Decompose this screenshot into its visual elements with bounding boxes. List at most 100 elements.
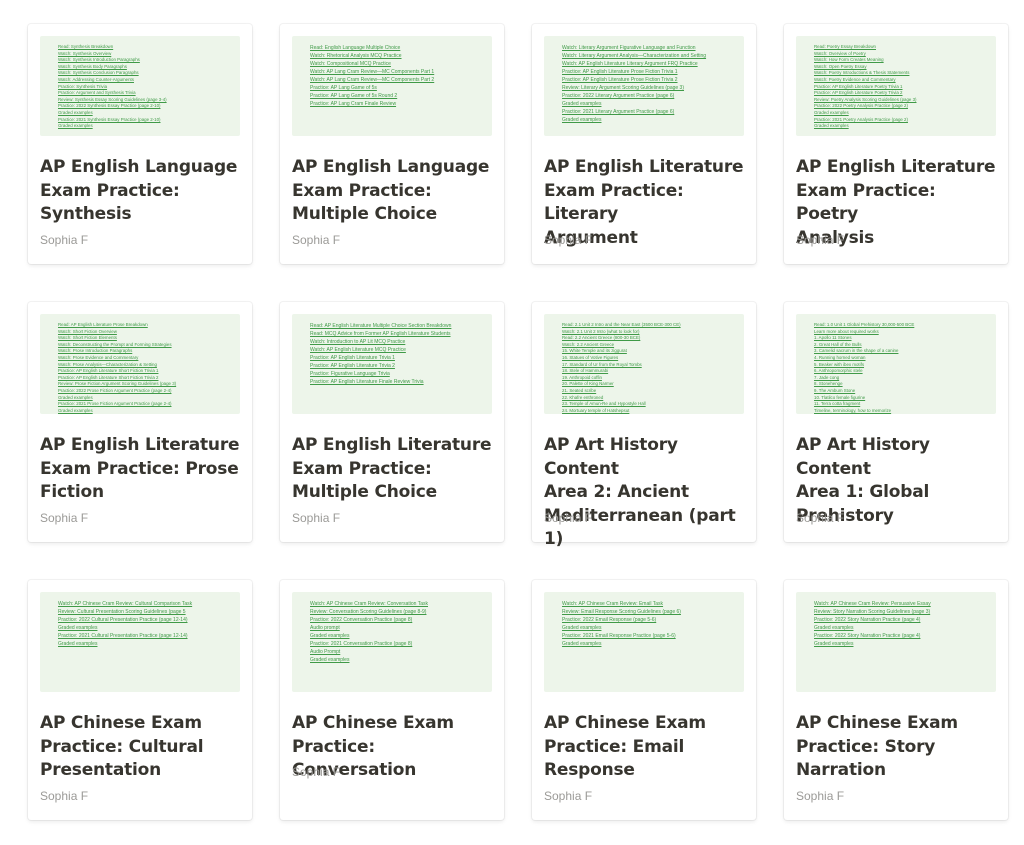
preview-link-line: Review: Literary Argument Scoring Guidel… [562,84,736,92]
preview-link-line: Practice: 2022 Story Narration Practice … [814,632,988,640]
preview-link-line: Watch: Prose Analysis—Characterization &… [58,362,232,369]
preview-link-line: Review: Email Response Scoring Guideline… [562,608,736,616]
gallery-card[interactable]: Watch: AP Chinese Cram Review: Conversat… [280,580,504,820]
card-preview-thumbnail: Read: 1.0 Unit 1 Global Prehistory 30,00… [796,314,996,414]
card-title: AP Chinese Exam Practice: Story Narration [796,712,1002,783]
card-title-line: AP English Literature [40,435,240,455]
card-preview-thumbnail: Read: AP English Literature Prose Breakd… [40,314,240,414]
preview-link-line: Read: Poetry Essay Breakdown [814,44,988,51]
preview-link-line: 15. White Temple and its ziggurat [562,348,736,355]
preview-link-line: Graded examples [58,624,232,632]
card-title: AP Chinese Exam Practice: Email Response [544,712,750,783]
preview-link-line: Read: 2.1 Unit 2 Intro and the Near East… [562,322,736,329]
preview-link-line: Watch: How Form Creates Meaning [814,57,988,64]
preview-link-line: Watch: Introduction to AP Lit MCQ Practi… [310,338,484,346]
preview-link-line: Watch: Poetry Introductions & Thesis Sta… [814,70,988,77]
card-title-line: Area 1: Global [796,482,930,502]
gallery-card[interactable]: Read: AP English Literature Multiple Cho… [280,302,504,542]
preview-link-line: Practice: 2022 Cultural Presentation Pra… [58,616,232,624]
card-author: Sophia F [292,232,341,247]
card-author: Sophia F [544,510,593,525]
preview-link-line: Practice: AP Lang Cram Finale Review [310,100,484,108]
preview-link-line: 16. Statues of Votive Figures [562,355,736,362]
gallery-card[interactable]: Read: 1.0 Unit 1 Global Prehistory 30,00… [784,302,1008,542]
card-title-line: Exam Practice: [40,180,180,201]
preview-link-line: Practice: 2021 Conversation Practice (pa… [310,640,484,648]
preview-link-line: 7. Jade cong [814,375,988,382]
preview-link-line: Read: MCQ Advice from Former AP English … [310,330,484,338]
card-title-line: Area 2: Ancient [544,482,689,502]
card-title-line: AP English Literature [796,157,996,177]
card-author: Sophia F [544,232,593,247]
preview-link-line: Watch: Addressing Counter-Arguments [58,77,232,84]
preview-link-line: Watch: AP English Literature MCQ Practic… [310,346,484,354]
card-author: Sophia F [544,788,593,803]
gallery-card[interactable]: Read: AP English Literature Prose Breakd… [28,302,252,542]
preview-link-line: Graded examples [814,123,988,130]
preview-link-line: Practice: AP English Literature Finale R… [310,378,484,386]
gallery-card[interactable]: Read: 2.1 Unit 2 Intro and the Near East… [532,302,756,549]
preview-link-line: Review: Poetry Analysis Scoring Guidelin… [814,97,988,104]
preview-link-line: 11. Terra cotta fragment [814,401,988,408]
preview-link-line: Watch: AP English Literature Literary Ar… [562,60,736,68]
preview-link-line: 17. Standard of Ur from the Royal Tombs [562,362,736,369]
preview-link-line: Graded examples [814,110,988,117]
preview-link-line: Audio prompt [310,624,484,632]
preview-link-line: Watch: Literary Argument Figurative Lang… [562,44,736,52]
gallery-card[interactable]: Read: Synthesis Breakdown Watch: Synthesi… [28,24,252,264]
preview-link-line: Practice: AP English Literature Short Fi… [58,375,232,382]
card-title-line: AP English Literature [544,157,744,177]
preview-link-line: Practice: AP Lang Game of 5s [310,84,484,92]
preview-link-line: Read: 2.2 Ancient Greece (800-30 BCE) [562,335,736,342]
card-title-line: AP English Language [292,157,490,177]
preview-link-line: Practice: 2022 Conversation Practice (pa… [310,616,484,624]
preview-link-line: 22. Khafre enthroned [562,395,736,402]
preview-link-line: Graded examples [562,624,736,632]
card-title: AP English Language Exam Practice: Synthes… [40,156,246,227]
preview-link-line: Watch: 2.2 Ancient Greece [562,342,736,349]
preview-link-line: Graded examples [58,123,232,130]
gallery-card[interactable]: Read: English Language Multiple ChoiceWa… [280,24,504,264]
preview-link-line: Read: AP English Literature Prose Breakd… [58,322,232,329]
preview-link-line: Read: AP English Literature Multiple Cho… [310,322,484,330]
preview-link-line: Graded examples [310,656,484,664]
preview-link-line: 5. Beaker with ibex motifs [814,362,988,369]
card-preview-thumbnail: Read: English Language Multiple ChoiceWa… [292,36,492,136]
preview-link-line: Watch: Rhetorical Analysis MCQ Practice [310,52,484,60]
gallery-card[interactable]: Watch: Literary Argument Figurative Lang… [532,24,756,264]
preview-link-line: Graded examples [814,640,988,648]
preview-link-line: Practice: 2022 Literary Argument Practic… [562,92,736,100]
preview-link-line: Watch: Compositional MCQ Practice [310,60,484,68]
preview-link-line: Graded examples [310,632,484,640]
card-author: Sophia F [40,788,89,803]
card-title: AP Chinese Exam Practice: Cultural Present… [40,712,246,783]
preview-link-line: Graded examples [562,116,736,124]
preview-link-line: Practice: AP Lang Game of 5s Round 2 [310,92,484,100]
card-preview-thumbnail: Read: Poetry Essay BreakdownWatch: Overv… [796,36,996,136]
gallery-card[interactable]: Watch: AP Chinese Cram Review: Persuasiv… [784,580,1008,820]
preview-link-line: Review: Prose Fiction Argument Scoring G… [58,381,232,388]
preview-link-line: Practice: 2022 Prose Fiction Argument Pr… [58,388,232,395]
card-title-line: AP English Literature [292,435,492,455]
preview-link-line: Practice: 2022 Synthesis Essay Practice … [58,103,232,110]
preview-link-line: Read: Synthesis Breakdown [58,44,232,51]
preview-link-line: Practice: 2022 Story Narration Practice … [814,616,988,624]
card-title-line: AP Art History Content [544,435,678,479]
preview-link-line: Watch: AP Chinese Cram Review: Persuasiv… [814,600,988,608]
card-title-line: Practice: Story [796,736,936,757]
preview-link-line: Watch: AP Chinese Cram Review: Conversat… [310,600,484,608]
gallery-card[interactable]: Watch: AP Chinese Cram Review: Cultural … [28,580,252,820]
preview-link-line: Watch: Synthesis Conclusion Paragraphs [58,70,232,77]
gallery-card[interactable]: Watch: AP Chinese Cram Review: Email Tas… [532,580,756,820]
preview-link-line: Practice: 2021 Cultural Presentation Pra… [58,632,232,640]
preview-link-line: Graded examples [58,395,232,402]
preview-link-line: Watch: AP Chinese Cram Review: Email Tas… [562,600,736,608]
gallery-card[interactable]: Read: Poetry Essay BreakdownWatch: Overv… [784,24,1008,264]
card-author: Sophia F [40,510,89,525]
card-title-line: AP Chinese Exam [796,713,958,733]
card-title-line: Practice: Cultural [40,736,204,757]
preview-link-line: Practice: AP English Literature Prose Fi… [562,76,736,84]
preview-link-line: 19. Anthropoid coffin [562,375,736,382]
card-title-line: Exam Practice: Literary [544,180,684,225]
preview-link-line: 20. Palette of King Narmer [562,381,736,388]
